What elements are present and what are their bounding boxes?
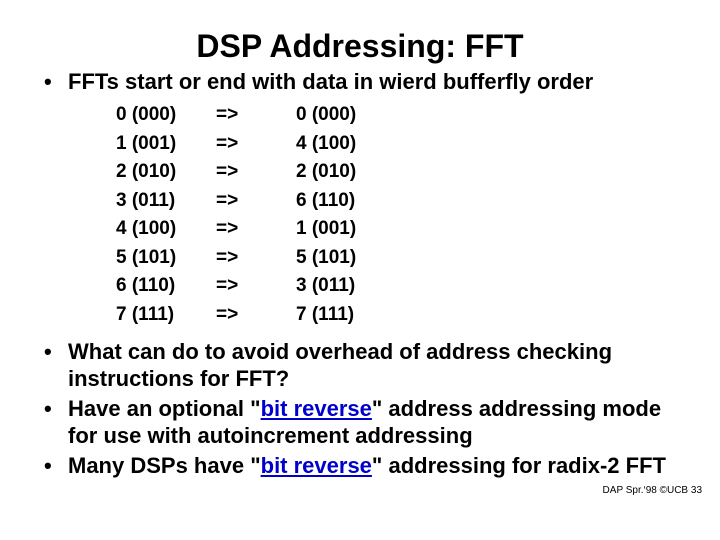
map-left: 1 (001) [116,130,216,159]
map-arrow: => [216,215,296,244]
map-left: 4 (100) [116,215,216,244]
map-right: 7 (111) [296,301,416,330]
bullet-text: " addressing for radix-2 FFT [372,453,666,478]
bullet-item: Have an optional "bit reverse" address a… [40,396,680,449]
mapping-row: 1 (001) => 4 (100) [116,130,680,159]
map-arrow: => [216,187,296,216]
map-right: 0 (000) [296,101,416,130]
map-arrow: => [216,130,296,159]
bullet-item: What can do to avoid overhead of address… [40,339,680,392]
slide: DSP Addressing: FFT FFTs start or end wi… [0,0,720,540]
map-right: 5 (101) [296,244,416,273]
map-left: 6 (110) [116,272,216,301]
mapping-row: 4 (100) => 1 (001) [116,215,680,244]
mapping-row: 6 (110) => 3 (011) [116,272,680,301]
map-arrow: => [216,301,296,330]
bit-reverse-link[interactable]: bit reverse [261,453,372,478]
map-arrow: => [216,101,296,130]
map-right: 4 (100) [296,130,416,159]
slide-footer: DAP Spr.‘98 ©UCB 33 [603,485,702,496]
bullet-list: What can do to avoid overhead of address… [40,339,680,479]
mapping-row: 0 (000) => 0 (000) [116,101,680,130]
bullet-text: Have an optional " [68,396,261,421]
map-arrow: => [216,244,296,273]
map-left: 0 (000) [116,101,216,130]
mapping-row: 3 (011) => 6 (110) [116,187,680,216]
map-arrow: => [216,272,296,301]
map-left: 3 (011) [116,187,216,216]
mapping-row: 2 (010) => 2 (010) [116,158,680,187]
map-right: 3 (011) [296,272,416,301]
map-arrow: => [216,158,296,187]
map-right: 2 (010) [296,158,416,187]
bullet-text: Many DSPs have " [68,453,261,478]
bullet-list: FFTs start or end with data in wierd buf… [40,69,680,95]
map-left: 7 (111) [116,301,216,330]
slide-title: DSP Addressing: FFT [40,28,680,65]
map-left: 5 (101) [116,244,216,273]
bit-reverse-link[interactable]: bit reverse [261,396,372,421]
map-left: 2 (010) [116,158,216,187]
bit-reverse-mapping: 0 (000) => 0 (000) 1 (001) => 4 (100) 2 … [116,101,680,329]
mapping-row: 5 (101) => 5 (101) [116,244,680,273]
map-right: 6 (110) [296,187,416,216]
map-right: 1 (001) [296,215,416,244]
bullet-item: FFTs start or end with data in wierd buf… [40,69,680,95]
mapping-row: 7 (111) => 7 (111) [116,301,680,330]
bullet-item: Many DSPs have "bit reverse" addressing … [40,453,680,479]
